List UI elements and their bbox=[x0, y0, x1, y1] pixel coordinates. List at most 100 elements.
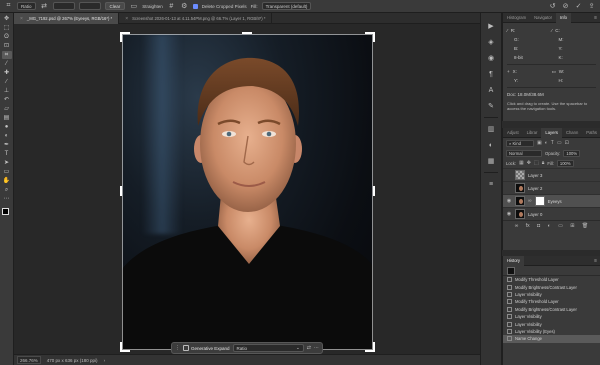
filter-smart-icon[interactable]: ⊡ bbox=[565, 140, 569, 146]
layer-mask-thumbnail[interactable] bbox=[534, 196, 545, 206]
foreground-color[interactable] bbox=[1, 208, 9, 215]
shapes-icon[interactable]: ▥ bbox=[486, 124, 496, 134]
layer-row-selected[interactable]: ◉ ∞ Eyeeys bbox=[503, 194, 600, 207]
drag-handle-icon[interactable]: ⋮ bbox=[175, 345, 180, 351]
swatches-icon[interactable]: ▦ bbox=[486, 156, 496, 166]
add-mask-icon[interactable]: ◘ bbox=[537, 223, 540, 229]
document-info[interactable]: 470 px x 636 px (180 ppi) bbox=[47, 358, 98, 363]
layer-name[interactable]: Eyeeys bbox=[548, 199, 562, 204]
height-field[interactable] bbox=[78, 2, 101, 10]
reset-icon[interactable]: ↺ bbox=[548, 2, 557, 10]
crop-handle-right-mid[interactable] bbox=[373, 186, 375, 196]
gradient-icon[interactable]: ▤ bbox=[2, 114, 12, 122]
color-icon[interactable]: ◐ bbox=[486, 140, 496, 150]
delete-cropped-checkbox[interactable] bbox=[192, 3, 198, 9]
blur-icon[interactable]: ● bbox=[2, 123, 12, 131]
crop-icon[interactable]: ⌗ bbox=[4, 2, 13, 10]
crop-handle-top-right-v[interactable] bbox=[373, 32, 375, 42]
cancel-icon[interactable]: ⊘ bbox=[561, 2, 570, 10]
ratio-select[interactable]: Ratio bbox=[17, 2, 36, 10]
shape-icon[interactable]: ▭ bbox=[2, 168, 12, 176]
history-brush-icon[interactable]: ↶ bbox=[2, 96, 12, 104]
character-icon[interactable]: A bbox=[486, 85, 496, 95]
layer-name[interactable]: Layer 2 bbox=[528, 186, 542, 191]
lock-pixels-icon[interactable]: ▦ bbox=[519, 160, 524, 166]
width-field[interactable] bbox=[52, 2, 75, 10]
dodge-icon[interactable]: ◐ bbox=[2, 132, 12, 140]
filter-shape-icon[interactable]: ▭ bbox=[557, 140, 562, 146]
ratio-dropdown[interactable]: Ratio ⌄ bbox=[232, 344, 304, 352]
marquee-icon[interactable]: ⬚ bbox=[2, 24, 12, 32]
lasso-icon[interactable]: ʘ bbox=[2, 33, 12, 41]
new-layer-icon[interactable]: ⊞ bbox=[570, 223, 574, 229]
pen-icon[interactable]: ✒ bbox=[2, 141, 12, 149]
paragraph-icon[interactable]: ¶ bbox=[486, 69, 496, 79]
filter-adjust-icon[interactable]: ◐ bbox=[545, 140, 548, 146]
path-select-icon[interactable]: ➤ bbox=[2, 159, 12, 167]
play-icon[interactable]: ▶ bbox=[486, 21, 496, 31]
clone-stamp-icon[interactable]: ⊥ bbox=[2, 87, 12, 95]
history-item[interactable]: Layer Visibility bbox=[503, 313, 600, 320]
lock-position-icon[interactable]: ✥ bbox=[527, 160, 531, 166]
properties-icon[interactable]: ≡ bbox=[486, 179, 496, 189]
history-item[interactable]: Layer Visibility (Eyes) bbox=[503, 328, 600, 335]
move-icon[interactable]: ✥ bbox=[2, 15, 12, 23]
filter-kind-select[interactable]: ⌕ Kind bbox=[506, 139, 534, 147]
more-icon[interactable]: ⋯ bbox=[2, 195, 12, 203]
filter-pixel-icon[interactable]: ▣ bbox=[537, 140, 542, 146]
crop-handle-top-left-v[interactable] bbox=[120, 32, 122, 42]
tab-document-1[interactable]: × _MG_7192.psd @ 267% (Eyeeys, RGB/16*) … bbox=[14, 13, 120, 24]
eye-icon[interactable]: ◉ bbox=[506, 211, 512, 217]
straighten-label[interactable]: Straighten bbox=[142, 4, 163, 9]
tab-libraries[interactable]: Librar bbox=[523, 128, 542, 138]
commit-check-icon[interactable]: ✓ bbox=[574, 2, 583, 10]
brush-settings-icon[interactable]: ✎ bbox=[486, 101, 496, 111]
lock-all-icon[interactable]: 🔒︎ bbox=[542, 160, 545, 166]
layer-row[interactable]: Layer 2 bbox=[503, 181, 600, 194]
straighten-icon[interactable]: ▭ bbox=[129, 2, 138, 10]
lock-artboard-icon[interactable]: ⬚ bbox=[534, 160, 539, 166]
crop-handle-bottom-left-v[interactable] bbox=[120, 342, 122, 352]
history-item[interactable]: Modify Brightness/Contrast Layer bbox=[503, 306, 600, 313]
link-layers-icon[interactable]: ∞ bbox=[515, 223, 519, 229]
eyedropper-icon[interactable]: ⁄ bbox=[2, 60, 12, 68]
tab-navigator[interactable]: Navigator bbox=[530, 13, 556, 23]
history-item[interactable]: Modify Brightness/Contrast Layer bbox=[503, 283, 600, 290]
learn-icon[interactable]: ◈ bbox=[486, 37, 496, 47]
tab-adjustments[interactable]: Adjust bbox=[503, 128, 523, 138]
adjust-icon[interactable]: ◉ bbox=[486, 53, 496, 63]
layer-name[interactable]: Layer 3 bbox=[528, 173, 542, 178]
tab-close-icon[interactable]: × bbox=[20, 16, 23, 22]
type-icon[interactable]: T bbox=[2, 150, 12, 158]
crop-handle-top-mid[interactable] bbox=[242, 32, 252, 34]
healing-icon[interactable]: ✚ bbox=[2, 69, 12, 77]
canvas-area[interactable]: ⋮ Generative Expand Ratio ⌄ ⇄ ⋯ bbox=[14, 24, 480, 354]
blend-mode-select[interactable]: Normal bbox=[506, 149, 542, 157]
history-snapshot[interactable] bbox=[503, 266, 600, 276]
clear-button[interactable]: Clear bbox=[104, 2, 126, 10]
opacity-field[interactable]: 100% bbox=[563, 149, 581, 157]
crop-icon[interactable]: ⌗ bbox=[1, 51, 12, 59]
fill-select[interactable]: Transparent (default) bbox=[261, 2, 312, 10]
tab-histogram[interactable]: Histogram bbox=[503, 13, 530, 23]
crop-handle-bottom-right-v[interactable] bbox=[373, 342, 375, 352]
hand-icon[interactable]: ✋ bbox=[2, 177, 12, 185]
filter-type-icon[interactable]: T bbox=[551, 140, 554, 146]
layer-row[interactable]: ◉ Layer 0 bbox=[503, 207, 600, 220]
layer-row[interactable]: Layer 3 bbox=[503, 168, 600, 181]
tab-layers[interactable]: Layers bbox=[541, 127, 562, 138]
panel-menu-icon[interactable]: ≡ bbox=[594, 15, 600, 21]
history-item-current[interactable]: Name Change bbox=[503, 335, 600, 343]
generative-expand-button[interactable]: Generative Expand bbox=[183, 345, 230, 351]
crop-handle-left-mid[interactable] bbox=[120, 186, 122, 196]
link-icon[interactable]: ∞ bbox=[528, 198, 532, 204]
fill-field[interactable]: 100% bbox=[556, 159, 574, 167]
grid-overlay-icon[interactable]: # bbox=[167, 2, 176, 10]
tab-channels[interactable]: Chann bbox=[562, 128, 582, 138]
color-swatches[interactable] bbox=[1, 207, 13, 219]
settings-gear-icon[interactable]: ⚙ bbox=[180, 2, 189, 10]
panel-menu-icon[interactable]: ≡ bbox=[594, 258, 600, 264]
tab-document-2[interactable]: × Screenshot 2026-01-13 at 4.11.54PM.png… bbox=[119, 13, 273, 24]
swap-icon[interactable]: ⇄ bbox=[40, 2, 49, 10]
eraser-icon[interactable]: ▱ bbox=[2, 105, 12, 113]
